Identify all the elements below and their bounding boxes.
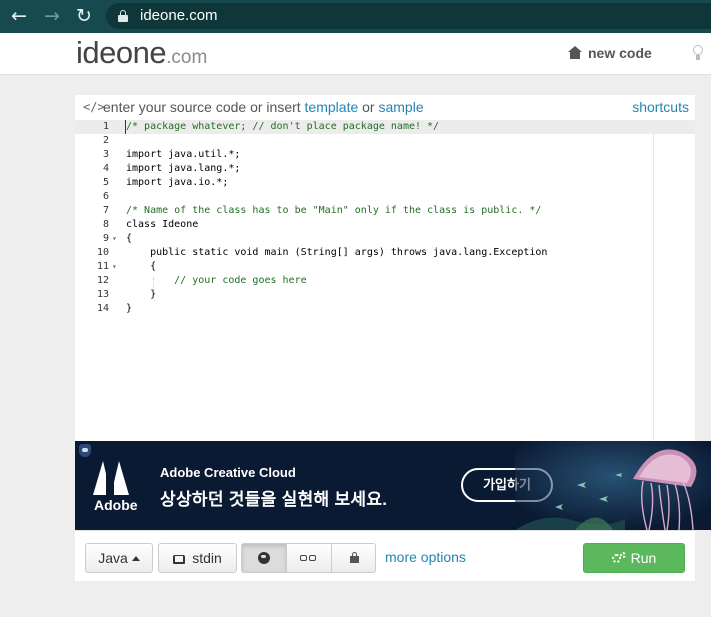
logo-main[interactable]: ideone (76, 35, 167, 70)
run-button[interactable]: Run (583, 543, 685, 573)
new-code-link[interactable]: new code (568, 45, 652, 61)
home-icon (568, 46, 582, 59)
line-number: 3 (102, 149, 109, 160)
lock-icon[interactable] (118, 10, 128, 22)
more-options-link[interactable]: more options (385, 549, 466, 565)
jellyfish-illustration (515, 441, 711, 530)
line-number: 14 (96, 303, 109, 314)
code-text[interactable]: public static void main (String[] args) … (126, 246, 547, 260)
ad-title: Adobe Creative Cloud (160, 465, 296, 480)
code-editor[interactable]: 1 /* package whatever; // don't place pa… (75, 120, 695, 440)
code-text[interactable]: } (126, 288, 156, 302)
ad-subtitle: 상상하던 것들을 실현해 보세요. (160, 490, 388, 509)
line-number: 4 (102, 163, 109, 174)
code-text[interactable]: } (126, 302, 132, 316)
reload-icon[interactable]: ↻ (72, 5, 96, 27)
url-text[interactable]: ideone.com (140, 7, 218, 24)
line-number: 10 (96, 247, 109, 258)
new-code-label: new code (588, 45, 652, 61)
code-line[interactable]: 7 /* Name of the class has to be "Main" … (75, 204, 695, 218)
code-line[interactable]: 13 } (75, 288, 695, 302)
template-link[interactable]: template (305, 99, 359, 115)
address-bar[interactable]: ideone.com (106, 3, 711, 29)
ad-banner[interactable]: Adobe Adobe Creative Cloud 상상하던 것들을 실현해 … (75, 441, 711, 530)
adobe-logo (91, 461, 129, 495)
editor-toolbar: Java stdin more options Run (75, 530, 695, 581)
code-line[interactable]: 6 (75, 190, 695, 204)
fold-arrow-icon[interactable]: ▾ (112, 232, 117, 246)
code-text[interactable]: import java.lang.*; (126, 162, 240, 176)
editor-prompt: enter your source code or insert templat… (103, 99, 424, 115)
code-text[interactable]: import java.io.*; (126, 176, 228, 190)
code-text[interactable]: import java.util.*; (126, 148, 240, 162)
prompt-or: or (362, 99, 375, 115)
stdin-button[interactable]: stdin (158, 543, 237, 573)
code-line[interactable]: 3 import java.util.*; (75, 148, 695, 162)
lock-icon (350, 552, 359, 564)
glasses-icon (300, 555, 316, 562)
run-label: Run (630, 550, 657, 566)
visibility-secret-button[interactable] (287, 544, 332, 572)
code-text[interactable]: // your code goes here (126, 274, 306, 288)
line-number: 5 (102, 177, 109, 188)
code-text[interactable]: /* package whatever; // don't place pack… (126, 120, 439, 134)
visibility-toggle (241, 543, 376, 573)
fold-arrow-icon[interactable]: ▾ (112, 260, 117, 274)
ad-choices-icon[interactable] (79, 444, 91, 457)
line-number: 2 (102, 135, 109, 146)
line-number: 12 (96, 275, 109, 286)
site-logo[interactable]: ideone.com (76, 35, 207, 71)
line-number: 7 (102, 205, 109, 216)
line-number: 9 (102, 233, 109, 244)
editor-header: </> enter your source code or insert tem… (75, 95, 695, 120)
code-line[interactable]: 8 class Ideone (75, 218, 695, 232)
code-line[interactable]: 4 import java.lang.*; (75, 162, 695, 176)
stdin-label: stdin (192, 550, 222, 566)
shortcuts-link[interactable]: shortcuts (632, 99, 689, 115)
lightbulb-icon[interactable] (693, 45, 703, 61)
line-number: 11 (96, 261, 109, 272)
back-arrow-icon[interactable]: ← (7, 5, 31, 27)
browser-toolbar: ← → ↻ ideone.com (0, 0, 711, 33)
line-number: 13 (96, 289, 109, 300)
prompt-text: enter your source code or insert (103, 99, 301, 115)
code-line[interactable]: 14 } (75, 302, 695, 316)
code-text[interactable]: { (126, 260, 156, 274)
sample-link[interactable]: sample (378, 99, 423, 115)
code-line[interactable]: 12 // your code goes here (75, 274, 695, 290)
hdd-icon (173, 555, 186, 564)
code-line[interactable]: 2 (75, 134, 695, 148)
site-header: ideone.com new code (0, 33, 711, 75)
code-line[interactable]: 10 public static void main (String[] arg… (75, 246, 695, 260)
visibility-private-button[interactable] (332, 544, 377, 572)
logo-suffix[interactable]: .com (166, 47, 207, 68)
gears-icon (611, 552, 626, 564)
code-line[interactable]: 5 import java.io.*; (75, 176, 695, 190)
code-text[interactable]: class Ideone (126, 218, 198, 232)
language-select[interactable]: Java (85, 543, 153, 573)
code-text[interactable]: { (126, 232, 132, 246)
code-icon: </> (83, 100, 105, 114)
line-number: 6 (102, 191, 109, 202)
caret-up-icon (131, 556, 140, 561)
line-number: 8 (102, 219, 109, 230)
code-line[interactable]: 1 /* package whatever; // don't place pa… (75, 120, 695, 134)
line-number: 1 (102, 121, 109, 132)
code-text[interactable]: /* Name of the class has to be "Main" on… (126, 204, 541, 218)
globe-icon (258, 552, 270, 564)
ad-brand: Adobe (94, 497, 138, 513)
visibility-public-button[interactable] (242, 544, 287, 572)
forward-arrow-icon[interactable]: → (40, 5, 64, 27)
code-line[interactable]: 11 ▾ { (75, 260, 695, 274)
code-line[interactable]: 9 ▾ { (75, 232, 695, 246)
language-label: Java (98, 550, 128, 566)
